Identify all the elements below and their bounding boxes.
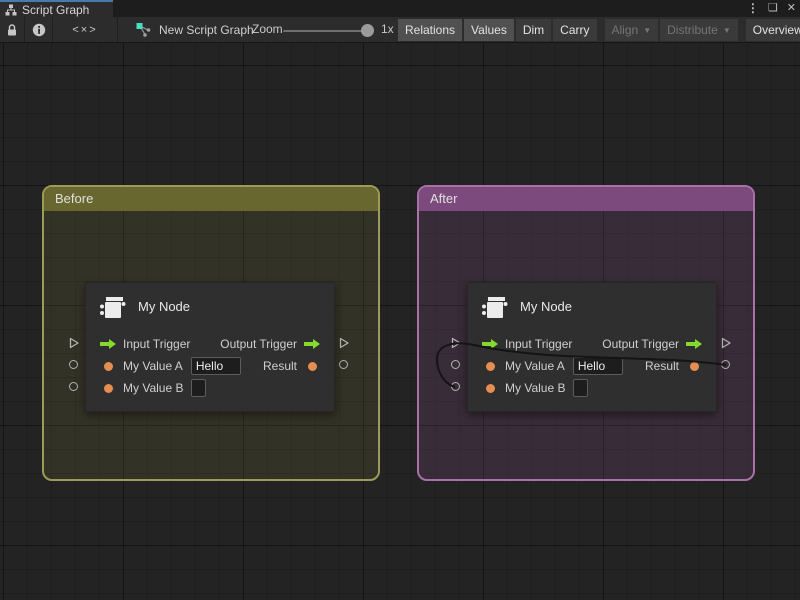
relations-button[interactable]: Relations (398, 19, 462, 41)
value-input-icon (480, 384, 500, 393)
input-trigger-label: Input Trigger (505, 337, 572, 351)
unit-node-icon (98, 293, 128, 323)
control-input-icon (480, 338, 500, 350)
value-input-icon (480, 362, 500, 371)
graph-name: New Script Graph (136, 17, 254, 42)
zoom-slider-handle[interactable] (361, 24, 374, 37)
node-title: My Node (138, 283, 190, 331)
value-output-icon (302, 362, 322, 371)
control-output-icon (302, 338, 322, 350)
value-b-row: My Value B (480, 377, 704, 399)
output-trigger-label: Output Trigger (220, 337, 297, 351)
titlebar: Script Graph ⋮ ❏ ✕ (0, 0, 800, 17)
value-b-port[interactable] (451, 382, 460, 391)
input-trigger-port[interactable] (450, 337, 462, 349)
result-label: Result (645, 359, 679, 373)
value-a-field[interactable] (191, 357, 241, 375)
value-b-field[interactable] (191, 379, 206, 397)
graph-canvas[interactable]: Before After (0, 43, 800, 600)
info-button[interactable] (25, 17, 53, 42)
script-graph-icon (5, 4, 17, 16)
info-icon (32, 23, 46, 37)
value-a-label: My Value A (123, 359, 183, 373)
control-output-icon (684, 338, 704, 350)
my-node[interactable]: My Node Input Trigger Output Trigger My … (467, 282, 717, 412)
tab-script-graph[interactable]: Script Graph (0, 0, 113, 17)
chevron-down-icon: ▼ (643, 26, 651, 35)
lock-button[interactable] (0, 17, 25, 42)
distribute-dropdown[interactable]: Distribute ▼ (660, 19, 738, 41)
new-script-graph-icon (136, 22, 152, 37)
tab-label: Script Graph (22, 3, 89, 17)
graph-toolbar: <×> New Script Graph Zoom 1x Relations V… (0, 17, 800, 43)
result-label: Result (263, 359, 297, 373)
dim-button[interactable]: Dim (516, 19, 551, 41)
value-a-label: My Value A (505, 359, 565, 373)
chevron-down-icon: ▼ (723, 26, 731, 35)
value-b-label: My Value B (505, 381, 565, 395)
group-after-header[interactable]: After (419, 187, 753, 211)
result-port[interactable] (339, 360, 348, 369)
node-before: My Node Input Trigger Output Trigger My … (64, 282, 356, 412)
input-trigger-label: Input Trigger (123, 337, 190, 351)
output-trigger-port[interactable] (338, 337, 350, 349)
lock-icon (6, 23, 18, 37)
value-a-field[interactable] (573, 357, 623, 375)
overview-button[interactable]: Overview (746, 19, 800, 41)
value-a-row: My Value A Result (480, 355, 704, 377)
code-preview-button[interactable]: <×> (53, 17, 118, 42)
value-a-row: My Value A Result (98, 355, 322, 377)
window-maximize-button[interactable]: ❏ (768, 0, 778, 17)
value-input-icon (98, 362, 118, 371)
unit-node-icon (480, 293, 510, 323)
carry-button[interactable]: Carry (553, 19, 596, 41)
zoom-label: Zoom (252, 17, 283, 42)
result-port[interactable] (721, 360, 730, 369)
value-a-port[interactable] (451, 360, 460, 369)
node-header: My Node (468, 283, 716, 331)
control-input-icon (98, 338, 118, 350)
trigger-row: Input Trigger Output Trigger (98, 333, 322, 355)
node-title: My Node (520, 283, 572, 331)
value-b-port[interactable] (69, 382, 78, 391)
window-menu-button[interactable]: ⋮ (747, 0, 759, 17)
zoom-value: 1x (381, 17, 394, 42)
my-node[interactable]: My Node Input Trigger Output Trigger My … (85, 282, 335, 412)
output-trigger-port[interactable] (720, 337, 732, 349)
node-after: My Node Input Trigger Output Trigger My … (446, 282, 738, 412)
window-close-button[interactable]: ✕ (787, 0, 796, 17)
toolbar-buttons: Relations Values Dim Carry Align ▼ Distr… (398, 19, 800, 41)
input-trigger-port[interactable] (68, 337, 80, 349)
zoom-slider-track[interactable] (283, 30, 367, 32)
value-b-field[interactable] (573, 379, 588, 397)
values-button[interactable]: Values (464, 19, 514, 41)
trigger-row: Input Trigger Output Trigger (480, 333, 704, 355)
output-trigger-label: Output Trigger (602, 337, 679, 351)
value-output-icon (684, 362, 704, 371)
code-preview-icon: <×> (72, 24, 97, 36)
window-controls: ⋮ ❏ ✕ (747, 0, 796, 17)
value-input-icon (98, 384, 118, 393)
value-b-row: My Value B (98, 377, 322, 399)
script-graph-window: Script Graph ⋮ ❏ ✕ <×> (0, 0, 800, 600)
group-before-header[interactable]: Before (44, 187, 378, 211)
value-a-port[interactable] (69, 360, 78, 369)
graph-name-label: New Script Graph (159, 23, 254, 37)
node-header: My Node (86, 283, 334, 331)
align-dropdown[interactable]: Align ▼ (605, 19, 659, 41)
value-b-label: My Value B (123, 381, 183, 395)
